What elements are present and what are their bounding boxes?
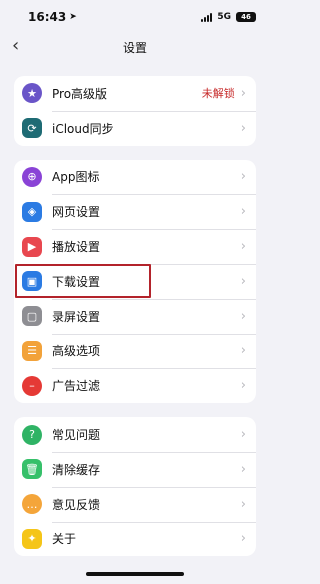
settings-row-icloud-sync[interactable]: ⟳ iCloud同步 › <box>14 110 256 146</box>
question-icon: ? <box>22 424 42 445</box>
settings-row-screen-record[interactable]: ▢ 录屏设置 › <box>14 298 256 334</box>
settings-group-support: ? 常见问题 › 🗑 清除缓存 › … 意见反馈 › ✦ 关于 › <box>14 417 256 557</box>
trash-icon: 🗑 <box>22 459 42 480</box>
status-left: 16:43 ➤ <box>28 10 77 24</box>
block-icon: – <box>22 375 42 396</box>
row-label: 清除缓存 <box>52 462 101 477</box>
battery-level: 46 <box>241 13 251 21</box>
chevron-right-icon: › <box>240 120 246 136</box>
signal-icon <box>201 12 213 22</box>
row-label: 常见问题 <box>52 428 101 443</box>
chevron-right-icon: › <box>240 273 246 289</box>
sliders-icon: ☰ <box>22 340 42 361</box>
status-bar: 16:43 ➤ 5G 46 <box>0 0 270 34</box>
settings-row-ad-filter[interactable]: – 广告过滤 › <box>14 368 256 403</box>
chevron-right-icon: › <box>240 343 246 359</box>
chevron-right-icon: › <box>240 427 246 443</box>
settings-row-download[interactable]: ▣ 下载设置 › <box>14 263 256 299</box>
nav-bar: ‹ 设置 <box>0 34 270 60</box>
chevron-right-icon: › <box>240 378 246 394</box>
page-title: 设置 <box>122 40 147 55</box>
settings-row-advanced[interactable]: ☰ 高级选项 › <box>14 333 256 369</box>
chevron-right-icon: › <box>240 308 246 324</box>
row-label: 网页设置 <box>52 205 101 220</box>
play-icon: ▶ <box>22 236 42 257</box>
row-label: 下载设置 <box>52 274 101 289</box>
battery-icon: 46 <box>236 12 256 22</box>
settings-row-app-icon[interactable]: ⊕ App图标 › <box>14 160 256 195</box>
bulb-icon: ✦ <box>22 528 42 549</box>
row-label: 意见反馈 <box>52 497 101 512</box>
pro-status-value: 未解锁 <box>201 87 235 101</box>
chevron-left-icon[interactable]: ‹ <box>12 36 19 56</box>
chat-icon: … <box>22 494 42 515</box>
row-label: Pro高级版 <box>52 86 108 101</box>
watch-icon: ▢ <box>22 306 42 327</box>
location-arrow-icon: ➤ <box>69 12 77 22</box>
settings-row-pro[interactable]: ★ Pro高级版 未解锁 › <box>14 76 256 111</box>
home-indicator <box>86 572 184 576</box>
chevron-right-icon: › <box>240 461 246 477</box>
compass-icon: ◈ <box>22 201 42 222</box>
settings-row-feedback[interactable]: … 意见反馈 › <box>14 486 256 522</box>
settings-row-web[interactable]: ◈ 网页设置 › <box>14 194 256 229</box>
settings-row-faq[interactable]: ? 常见问题 › <box>14 417 256 452</box>
download-icon: ▣ <box>22 271 42 292</box>
row-label: 播放设置 <box>52 240 101 255</box>
network-type: 5G <box>217 12 231 22</box>
star-icon: ★ <box>22 83 42 104</box>
row-label: 高级选项 <box>52 344 101 359</box>
grid-icon: ⊕ <box>22 166 42 187</box>
settings-group-pro: ★ Pro高级版 未解锁 › ⟳ iCloud同步 › <box>14 76 256 146</box>
settings-row-clear-cache[interactable]: 🗑 清除缓存 › <box>14 451 256 487</box>
settings-row-about[interactable]: ✦ 关于 › <box>14 521 256 557</box>
row-label: 录屏设置 <box>52 309 101 324</box>
chevron-right-icon: › <box>240 496 246 512</box>
status-right: 5G 46 <box>201 12 256 22</box>
chevron-right-icon: › <box>240 204 246 220</box>
settings-row-playback[interactable]: ▶ 播放设置 › <box>14 229 256 264</box>
row-label: 广告过滤 <box>52 379 101 394</box>
sync-icon: ⟳ <box>22 118 42 139</box>
chevron-right-icon: › <box>240 531 246 547</box>
status-time: 16:43 <box>28 10 67 24</box>
settings-group-general: ⊕ App图标 › ◈ 网页设置 › ▶ 播放设置 › ▣ 下载设置 › ▢ 录… <box>14 159 256 404</box>
row-label: 关于 <box>52 532 77 547</box>
chevron-right-icon: › <box>240 85 246 101</box>
row-label: iCloud同步 <box>52 121 114 136</box>
chevron-right-icon: › <box>240 169 246 185</box>
chevron-right-icon: › <box>240 239 246 255</box>
row-label: App图标 <box>52 170 100 185</box>
